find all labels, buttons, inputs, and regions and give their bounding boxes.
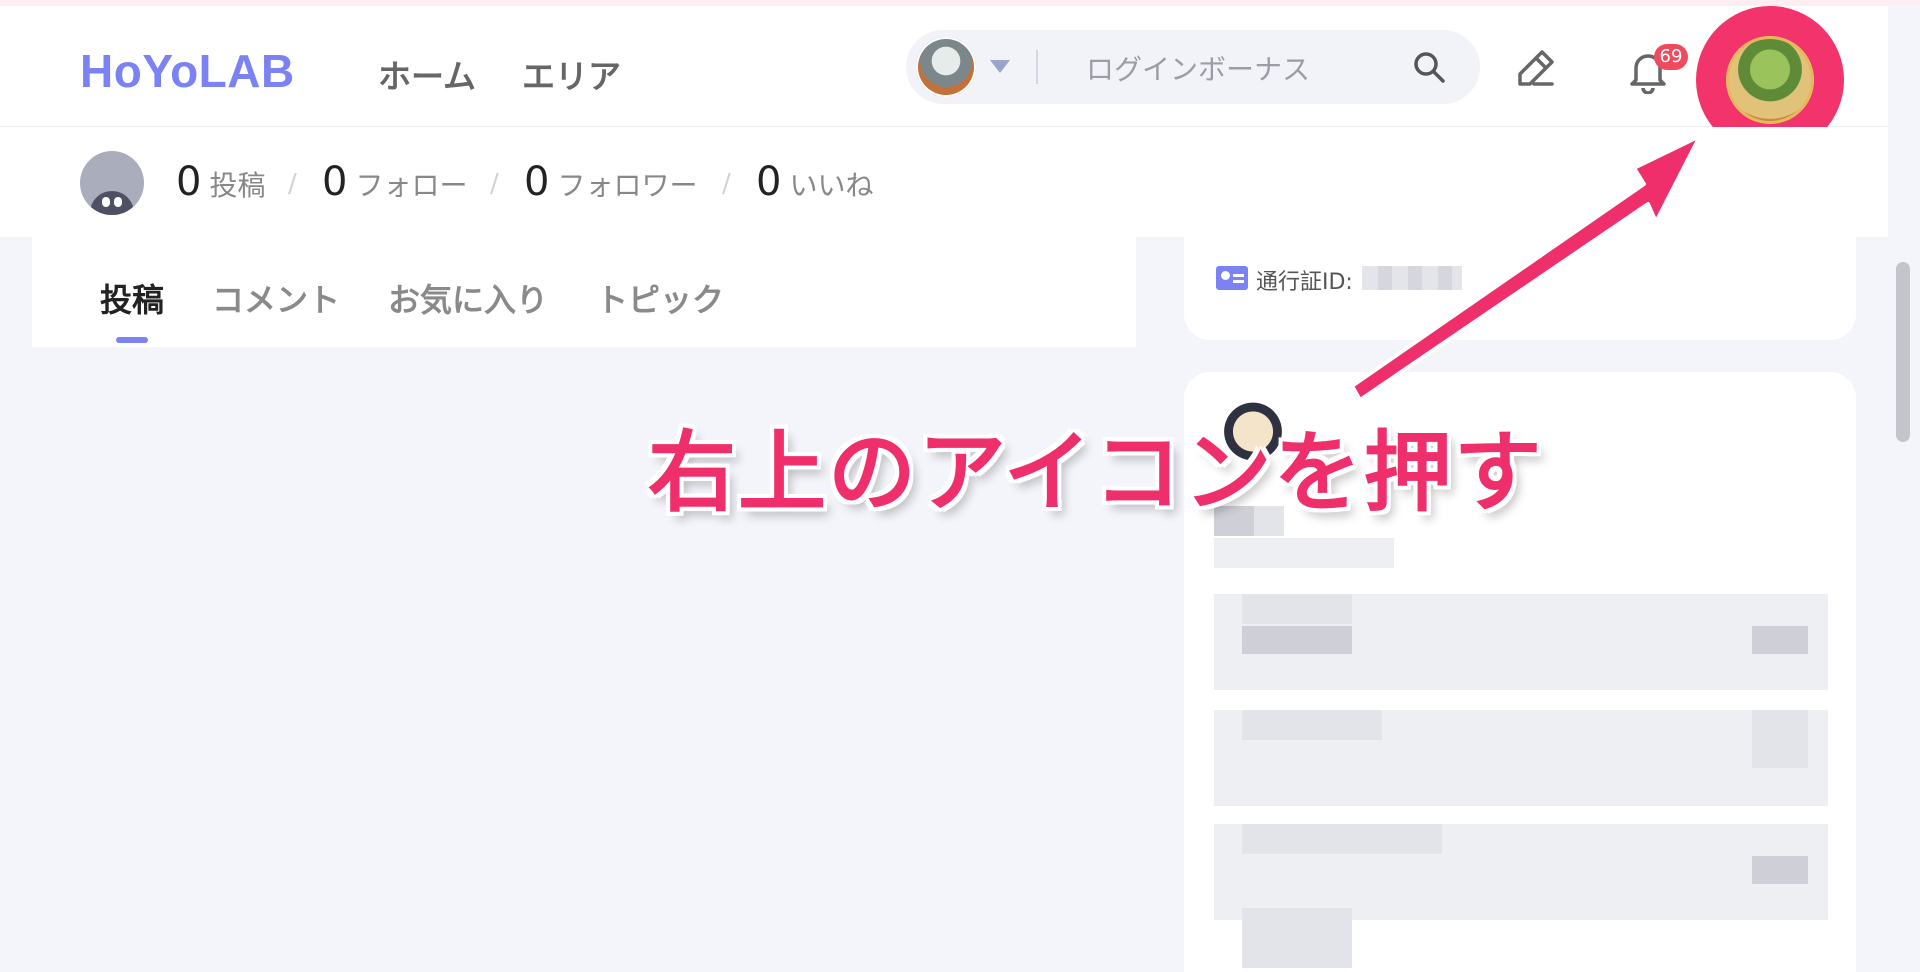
blurred-id: [1362, 266, 1462, 290]
active-tab-indicator: [116, 337, 148, 343]
stat-following[interactable]: 0 フォロー: [322, 159, 467, 205]
stat-label: いいね: [789, 169, 874, 202]
dropdown-triangle-icon[interactable]: [990, 60, 1010, 73]
blurred-block: [1752, 710, 1808, 768]
page-scrollbar[interactable]: [1896, 262, 1910, 442]
stat-separator: /: [288, 169, 297, 199]
profile-tabs: 投稿 コメント お気に入り トピック: [32, 237, 1136, 347]
pen-icon[interactable]: [1512, 44, 1560, 92]
hoyolab-logo[interactable]: HoYoLAB: [80, 44, 295, 98]
game-avatar[interactable]: [916, 37, 976, 97]
id-card: 通行証ID:: [1184, 230, 1856, 340]
stat-label: フォロー: [355, 169, 468, 202]
tab-favorites[interactable]: お気に入り: [388, 275, 548, 321]
blurred-block: [1242, 594, 1352, 624]
id-card-icon: [1216, 266, 1248, 290]
notification-badge: 69: [1654, 44, 1688, 70]
site-header: HoYoLAB ホーム エリア ログインボーナス 69: [0, 6, 1888, 154]
profile-stats-bar: 0 投稿 / 0 フォロー / 0 フォロワー / 0 いいね: [0, 127, 1888, 237]
stat-label: 投稿: [209, 169, 266, 202]
nav-home[interactable]: ホーム: [378, 50, 476, 98]
nav-area[interactable]: エリア: [522, 50, 621, 98]
tab-comments[interactable]: コメント: [212, 275, 340, 321]
tab-topics[interactable]: トピック: [596, 275, 724, 321]
search-divider: [1036, 50, 1038, 84]
search-icon[interactable]: [1412, 50, 1446, 84]
stat-value: 0: [176, 159, 202, 205]
tab-posts[interactable]: 投稿: [100, 275, 164, 321]
stat-posts[interactable]: 0 投稿: [176, 159, 265, 205]
blurred-block: [1752, 626, 1808, 654]
avatar-eye: [102, 197, 110, 207]
stat-separator: /: [722, 169, 731, 199]
blurred-block: [1752, 856, 1808, 884]
stat-value: 0: [524, 159, 550, 205]
stat-separator: /: [490, 169, 499, 199]
blurred-block: [1242, 710, 1382, 740]
search-input[interactable]: ログインボーナス: [1086, 48, 1310, 88]
search-bar[interactable]: ログインボーナス: [906, 30, 1480, 104]
blurred-block: [1242, 824, 1442, 854]
stat-followers[interactable]: 0 フォロワー: [524, 159, 697, 205]
stat-value: 0: [322, 159, 348, 205]
stat-likes[interactable]: 0 いいね: [756, 159, 873, 205]
user-avatar[interactable]: [1726, 36, 1814, 124]
blurred-block: [1242, 908, 1352, 968]
stat-value: 0: [756, 159, 782, 205]
blurred-block: [1242, 626, 1352, 654]
blurred-block: [1214, 538, 1394, 568]
stat-label: フォロワー: [557, 169, 698, 202]
profile-avatar[interactable]: [80, 151, 144, 215]
avatar-eye: [114, 197, 122, 207]
id-label: 通行証ID:: [1256, 270, 1353, 295]
annotation-text: 右上のアイコンを押す: [648, 421, 1544, 524]
